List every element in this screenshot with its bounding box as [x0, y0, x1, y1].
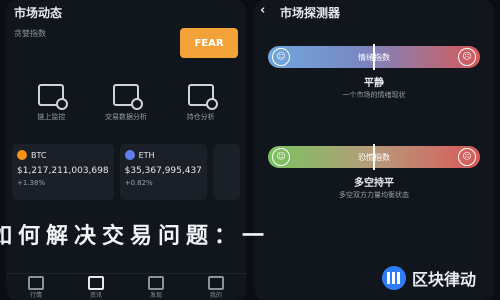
back-arrow-icon[interactable]: ‹: [260, 3, 265, 18]
tab-news[interactable]: 资讯: [85, 275, 107, 299]
discover-icon: [148, 275, 164, 290]
brand-icon: [381, 266, 406, 290]
sentiment-gauge: ☺ 情绪指数 ☹: [268, 44, 480, 70]
btc-icon: [17, 150, 27, 160]
market-cards: BTC $1,217,211,003,698 +1.38% ETH $35,36…: [12, 144, 240, 200]
subtitle: 贪婪指数: [14, 29, 46, 38]
page-title: 市场探测器: [280, 6, 341, 20]
fear-badge[interactable]: FEAR: [180, 28, 238, 58]
coin-name: ETH: [138, 150, 155, 160]
coin-row: BTC: [17, 150, 109, 160]
feature-label: 持仓分析: [186, 113, 215, 121]
fear-gauge: ☺ 恐慌指数 ☹: [268, 144, 480, 170]
right-header: ‹ 市场探测器: [254, 0, 494, 22]
gauge-description: 一个市场的情绪现状: [342, 91, 406, 99]
feature-label: 链上监控: [37, 113, 66, 121]
tab-market[interactable]: 行情: [25, 275, 47, 299]
brand-logo: 区块律动: [381, 266, 476, 290]
page-title: 市场动态: [14, 6, 63, 20]
tab-label: 发现: [149, 291, 162, 299]
gauge-description: 多空双方力量均衡状态: [339, 191, 409, 199]
feature-chain-monitor[interactable]: 链上监控: [23, 84, 79, 124]
eth-icon: [124, 150, 135, 160]
coin-price: $35,367,995,437: [124, 166, 202, 176]
left-header: 市场动态: [6, 0, 246, 22]
brand-name: 区块律动: [411, 270, 476, 289]
coin-change: +0.82%: [124, 179, 153, 187]
happy-face-icon: ☺: [272, 148, 290, 166]
market-icon: [28, 275, 44, 290]
gauge-marker: [373, 44, 375, 70]
coin-row: ETH: [124, 150, 202, 160]
tab-profile[interactable]: 我的: [205, 275, 227, 299]
market-card-eth[interactable]: ETH $35,367,995,437 +0.82%: [119, 144, 207, 200]
feature-position-analysis[interactable]: 持仓分析: [173, 84, 229, 124]
gauge-caption: 多空持平: [354, 178, 394, 189]
trade-analysis-icon: [112, 84, 143, 110]
news-icon: [88, 275, 104, 290]
profile-icon: [208, 275, 224, 290]
bottom-tab-bar: 行情 资讯 发现 我的: [6, 273, 246, 300]
coin-name: BTC: [31, 150, 47, 160]
tab-label: 资讯: [89, 291, 102, 299]
gauge-caption: 平静: [364, 78, 384, 89]
coin-price: $1,217,211,003,698: [17, 166, 109, 176]
tab-label: 我的: [209, 291, 222, 299]
market-card-partial[interactable]: [212, 144, 240, 200]
right-phone-screen: ‹ 市场探测器 ☺ 情绪指数 ☹ 平静 一个市场的情绪现状 ☺ 恐慌指数 ☹ 多…: [254, 0, 494, 300]
position-analysis-icon: [187, 84, 218, 110]
coin-change: +1.38%: [17, 179, 46, 187]
feature-trade-analysis[interactable]: 交易数据分析: [98, 84, 154, 124]
left-phone-screen: 市场动态 贪婪指数 FEAR 链上监控 交易数据分析 持仓分析 BTC $1,2…: [6, 0, 246, 300]
angry-face-icon: ☹: [458, 48, 476, 66]
gauge-marker: [373, 144, 375, 170]
market-card-btc[interactable]: BTC $1,217,211,003,698 +1.38%: [12, 144, 114, 200]
overlay-caption: 如何解决交易问题：一: [0, 223, 271, 249]
chain-monitor-icon: [38, 84, 69, 110]
tab-label: 行情: [29, 291, 42, 299]
feature-label: 交易数据分析: [104, 113, 147, 121]
tab-discover[interactable]: 发现: [145, 275, 167, 299]
feature-icons: 链上监控 交易数据分析 持仓分析: [14, 84, 238, 124]
sad-face-icon: ☹: [458, 148, 476, 166]
calm-face-icon: ☺: [272, 48, 290, 66]
